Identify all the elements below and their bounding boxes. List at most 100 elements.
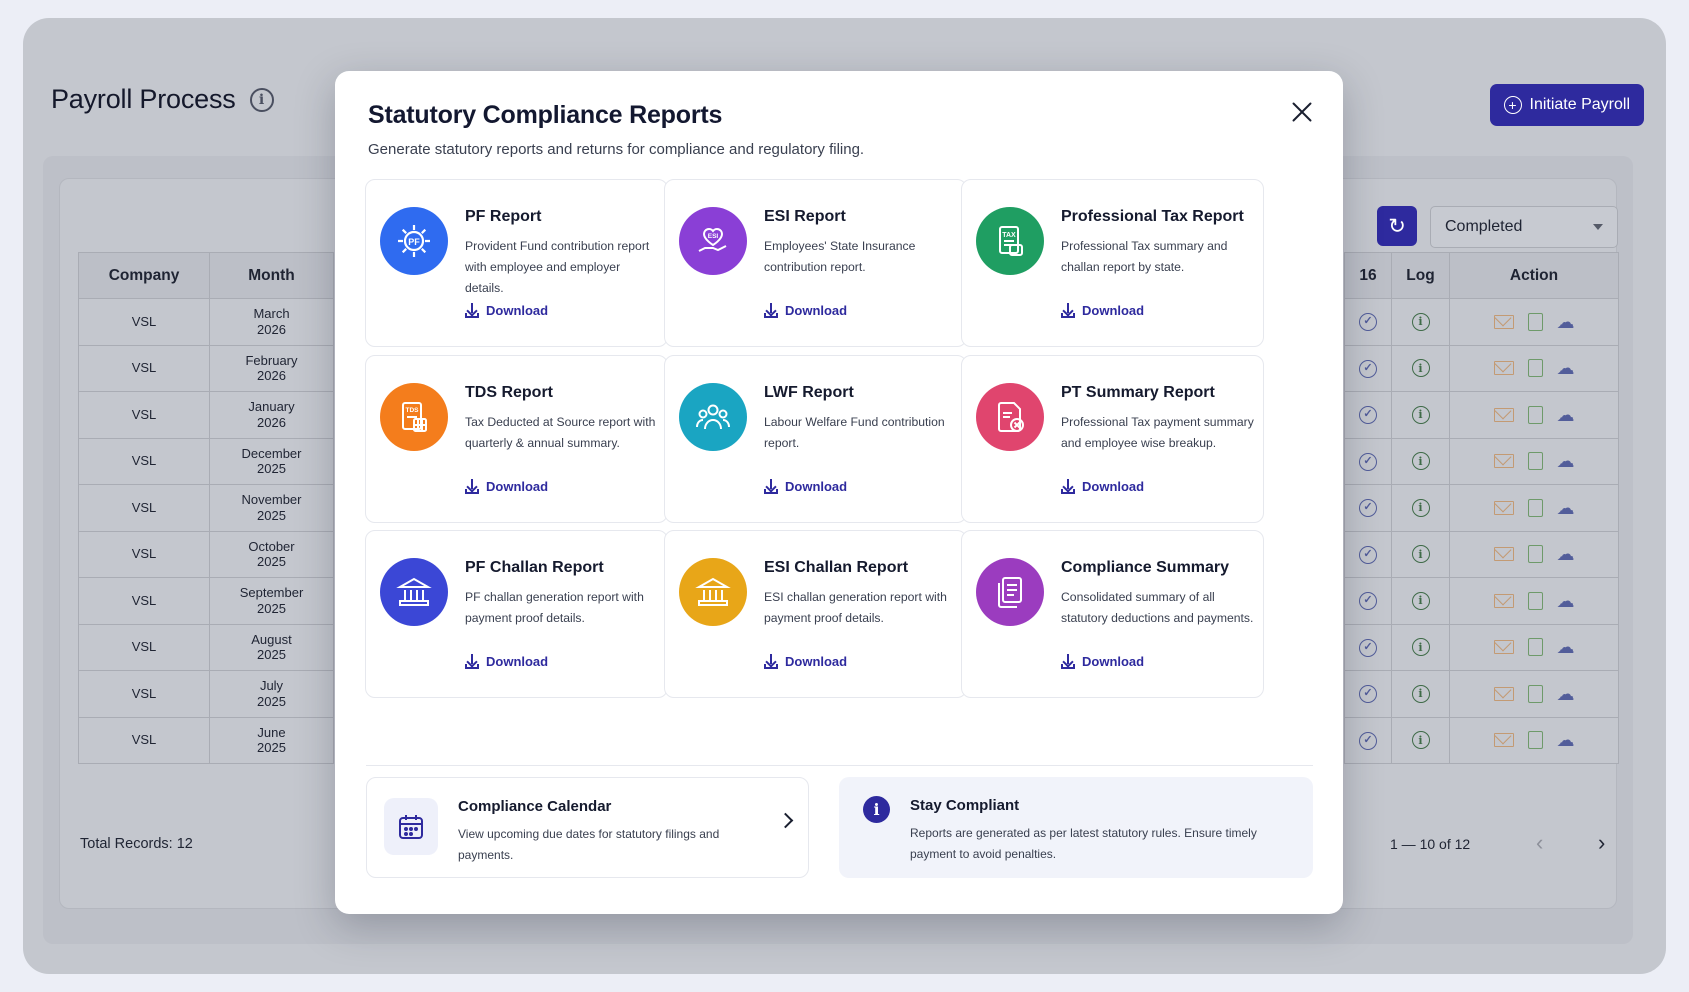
form16-cell: ✓ xyxy=(1344,670,1392,718)
document-x-icon xyxy=(976,383,1044,451)
refresh-button[interactable]: ↻ xyxy=(1377,206,1417,246)
info-icon[interactable]: i xyxy=(1411,312,1430,331)
download-button[interactable]: Download xyxy=(1061,479,1144,494)
column-header-16[interactable]: 16 xyxy=(1344,252,1392,299)
cloud-download-icon[interactable]: ☁ xyxy=(1557,685,1575,703)
download-button[interactable]: Download xyxy=(465,654,548,669)
cloud-download-icon[interactable]: ☁ xyxy=(1557,359,1575,377)
cloud-download-icon[interactable]: ☁ xyxy=(1557,406,1575,424)
check-circle-icon[interactable]: ✓ xyxy=(1359,406,1377,425)
initiate-payroll-button[interactable]: + Initiate Payroll xyxy=(1489,84,1644,126)
mail-icon[interactable] xyxy=(1493,593,1514,608)
mail-icon[interactable] xyxy=(1493,361,1514,376)
report-description: Employees' State Insurance contribution … xyxy=(764,239,916,274)
table-row: VSL November 2025 xyxy=(78,484,334,532)
download-label: Download xyxy=(785,479,848,494)
month-year: 2026 xyxy=(257,368,286,384)
svg-text:PF: PF xyxy=(408,237,420,247)
download-icon xyxy=(764,303,778,318)
form16-cell: ✓ xyxy=(1344,577,1392,625)
log-cell: i xyxy=(1391,530,1450,578)
mail-icon[interactable] xyxy=(1493,454,1514,469)
mail-icon[interactable] xyxy=(1493,500,1514,515)
document-icon[interactable] xyxy=(1527,359,1543,378)
download-button[interactable]: Download xyxy=(465,479,548,494)
previous-page-button[interactable]: ‹ xyxy=(1536,830,1543,856)
info-icon[interactable]: i xyxy=(1411,405,1430,424)
action-cell: ☁ xyxy=(1449,716,1619,764)
document-icon[interactable] xyxy=(1527,498,1543,517)
check-circle-icon[interactable]: ✓ xyxy=(1359,359,1377,378)
download-button[interactable]: Download xyxy=(1061,654,1144,669)
info-icon[interactable]: i xyxy=(1411,591,1430,610)
info-icon[interactable]: i xyxy=(1411,498,1430,517)
info-icon[interactable]: i xyxy=(1411,638,1430,657)
mail-icon[interactable] xyxy=(1493,733,1514,748)
company-cell: VSL xyxy=(78,437,210,485)
close-button[interactable] xyxy=(1289,99,1315,125)
mail-icon[interactable] xyxy=(1493,314,1514,329)
check-circle-icon[interactable]: ✓ xyxy=(1359,499,1377,518)
check-circle-icon[interactable]: ✓ xyxy=(1359,638,1377,657)
cloud-download-icon[interactable]: ☁ xyxy=(1557,638,1575,656)
info-icon[interactable]: i xyxy=(1411,545,1430,564)
document-icon[interactable] xyxy=(1527,731,1543,750)
bank-building-icon xyxy=(679,558,747,626)
info-icon[interactable]: i xyxy=(1411,684,1430,703)
mail-icon[interactable] xyxy=(1493,640,1514,655)
download-button[interactable]: Download xyxy=(764,479,847,494)
download-button[interactable]: Download xyxy=(1061,303,1144,318)
chevron-right-icon xyxy=(777,812,794,829)
status-filter-value: Completed xyxy=(1445,218,1523,235)
download-button[interactable]: Download xyxy=(764,303,847,318)
compliance-calendar-card[interactable]: Compliance Calendar View upcoming due da… xyxy=(366,777,809,878)
cloud-download-icon[interactable]: ☁ xyxy=(1557,592,1575,610)
info-icon[interactable]: i xyxy=(1411,359,1430,378)
cloud-download-icon[interactable]: ☁ xyxy=(1557,545,1575,563)
check-circle-icon[interactable]: ✓ xyxy=(1359,685,1377,704)
download-button[interactable]: Download xyxy=(465,303,548,318)
check-circle-icon[interactable]: ✓ xyxy=(1359,731,1377,750)
check-circle-icon[interactable]: ✓ xyxy=(1359,313,1377,332)
download-button[interactable]: Download xyxy=(764,654,847,669)
document-icon[interactable] xyxy=(1527,405,1543,424)
cloud-download-icon[interactable]: ☁ xyxy=(1557,452,1575,470)
month-cell: June 2025 xyxy=(209,716,334,764)
check-circle-icon[interactable]: ✓ xyxy=(1359,452,1377,471)
next-page-button[interactable]: › xyxy=(1598,830,1605,856)
month-year: 2025 xyxy=(257,647,286,663)
cloud-download-icon[interactable]: ☁ xyxy=(1557,499,1575,517)
month-name: July xyxy=(259,678,284,694)
document-icon[interactable] xyxy=(1527,545,1543,564)
action-cell: ☁ xyxy=(1449,437,1619,485)
month-name: March xyxy=(253,306,290,322)
cloud-download-icon[interactable]: ☁ xyxy=(1557,731,1575,749)
document-icon[interactable] xyxy=(1527,638,1543,657)
mail-icon[interactable] xyxy=(1493,407,1514,422)
company-cell: VSL xyxy=(78,344,210,392)
log-cell: i xyxy=(1391,716,1450,764)
info-icon[interactable]: i xyxy=(1411,731,1430,750)
calendar-icon xyxy=(384,798,438,855)
column-header-log[interactable]: Log xyxy=(1391,252,1450,299)
column-header-month[interactable]: Month xyxy=(209,252,334,299)
month-cell: July 2025 xyxy=(209,670,334,718)
document-icon[interactable] xyxy=(1527,684,1543,703)
info-icon[interactable]: i xyxy=(1411,452,1430,471)
notice-description: Reports are generated as per latest stat… xyxy=(910,826,1257,861)
column-header-company[interactable]: Company xyxy=(78,252,210,299)
document-icon[interactable] xyxy=(1527,312,1543,331)
check-circle-icon[interactable]: ✓ xyxy=(1359,545,1377,564)
document-icon[interactable] xyxy=(1527,591,1543,610)
mail-icon[interactable] xyxy=(1493,547,1514,562)
report-title: PF Report xyxy=(465,208,542,225)
action-cell: ☁ xyxy=(1449,391,1619,439)
cloud-download-icon[interactable]: ☁ xyxy=(1557,313,1575,331)
info-icon[interactable]: i xyxy=(249,87,274,112)
status-filter-select[interactable]: Completed xyxy=(1430,206,1618,248)
company-cell: VSL xyxy=(78,391,210,439)
mail-icon[interactable] xyxy=(1493,686,1514,701)
document-icon[interactable] xyxy=(1527,452,1543,471)
check-circle-icon[interactable]: ✓ xyxy=(1359,592,1377,611)
notice-title: Stay Compliant xyxy=(910,797,1020,814)
